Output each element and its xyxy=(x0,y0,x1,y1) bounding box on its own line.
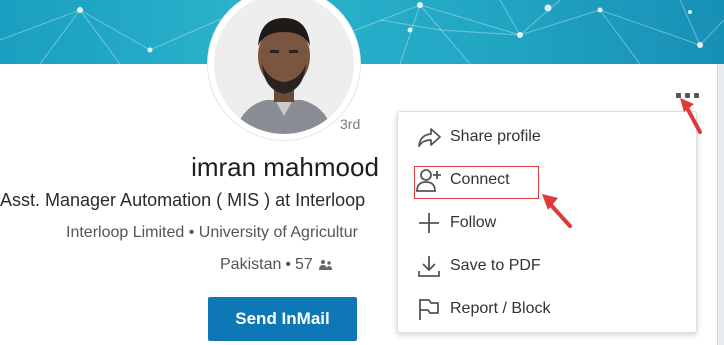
flag-icon xyxy=(419,299,439,320)
menu-item-save-to-pdf[interactable]: Save to PDF xyxy=(398,246,696,286)
share-arrow-icon xyxy=(418,128,441,147)
connection-count[interactable]: 57 xyxy=(295,256,313,274)
connections-icon xyxy=(318,260,332,270)
profile-photo xyxy=(214,0,354,134)
menu-item-report-block[interactable]: Report / Block xyxy=(398,289,696,329)
connection-degree: 3rd xyxy=(340,116,361,132)
card-edge xyxy=(717,64,724,345)
download-icon xyxy=(418,256,440,277)
profile-headline: Asst. Manager Automation ( MIS ) at Inte… xyxy=(0,190,366,210)
profile-subline: Interloop Limited • University of Agricu… xyxy=(66,224,358,241)
annotation-arrow-icon xyxy=(542,194,572,228)
plus-icon xyxy=(419,213,439,233)
send-inmail-button[interactable]: Send InMail xyxy=(208,297,357,341)
profile-name: imran mahmood xyxy=(191,152,379,182)
location-row: Pakistan • 57 xyxy=(220,256,333,274)
separator-dot: • xyxy=(285,256,291,273)
avatar[interactable] xyxy=(214,0,354,134)
menu-item-share-profile[interactable]: Share profile xyxy=(398,117,696,157)
annotation-arrow-icon xyxy=(680,98,702,134)
network-pattern xyxy=(0,0,724,64)
profile-banner xyxy=(0,0,724,64)
connect-highlight-box xyxy=(414,166,539,199)
location-text: Pakistan xyxy=(220,256,282,273)
